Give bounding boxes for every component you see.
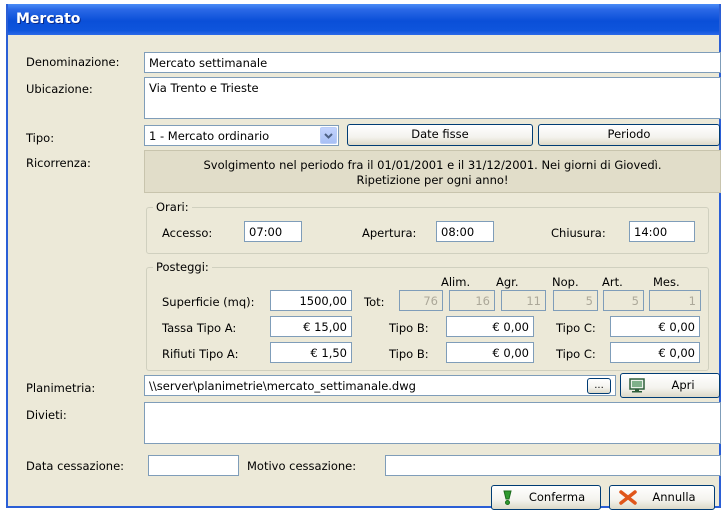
ricorrenza-summary: Svolgimento nel periodo fra il 01/01/200… (144, 150, 721, 193)
accesso-label: Accesso: (162, 226, 213, 240)
tot-label: Tot: (364, 295, 385, 309)
posteggi-title: Posteggi: (153, 260, 212, 274)
rifiuti-c-label: Tipo C: (556, 347, 596, 361)
tassa-c-field[interactable]: € 0,00 (610, 316, 700, 337)
x-icon (619, 490, 637, 508)
date-fisse-button[interactable]: Date fisse (347, 124, 533, 146)
planimetria-path: \\server\planimetrie\mercato_settimanale… (149, 379, 416, 393)
tipo-value: 1 - Mercato ordinario (149, 129, 270, 143)
tipo-select[interactable]: 1 - Mercato ordinario (144, 125, 339, 146)
window-title: Mercato (16, 11, 81, 27)
header-mes: Mes. (653, 275, 680, 289)
chiusura-field[interactable]: 14:00 (629, 221, 695, 242)
conferma-button[interactable]: Conferma (491, 485, 601, 510)
periodo-button[interactable]: Periodo (538, 124, 720, 146)
apertura-field[interactable]: 08:00 (436, 221, 494, 242)
tassa-b-field[interactable]: € 0,00 (446, 316, 534, 337)
alim-field: 16 (449, 290, 495, 311)
denominazione-label: Denominazione: (26, 55, 120, 69)
tassa-c-label: Tipo C: (556, 321, 596, 335)
apertura-label: Apertura: (362, 226, 417, 240)
planimetria-label: Planimetria: (26, 381, 96, 395)
rifiuti-a-label: Rifiuti Tipo A: (162, 347, 239, 361)
data-cessazione-field[interactable] (148, 455, 239, 476)
rifiuti-a-field[interactable]: € 1,50 (270, 342, 352, 363)
mes-field: 1 (649, 290, 701, 311)
tipo-label: Tipo: (26, 131, 55, 145)
orari-group: Orari: (146, 200, 709, 254)
ubicazione-field[interactable]: Via Trento e Trieste (144, 77, 721, 119)
header-art: Art. (602, 275, 623, 289)
rifiuti-c-field[interactable]: € 0,00 (610, 342, 700, 363)
rifiuti-b-field[interactable]: € 0,00 (446, 342, 534, 363)
accesso-field[interactable]: 07:00 (244, 221, 302, 242)
browse-button[interactable]: ... (587, 378, 611, 394)
apri-label: Apri (671, 378, 695, 392)
denominazione-field[interactable]: Mercato settimanale (144, 52, 721, 73)
chiusura-label: Chiusura: (551, 226, 606, 240)
divieti-field[interactable] (144, 402, 721, 444)
ubicazione-label: Ubicazione: (26, 82, 93, 96)
ricorrenza-line-2: Ripetizione per ogni anno! (356, 173, 509, 187)
tot-field: 76 (399, 290, 443, 311)
tassa-a-label: Tassa Tipo A: (162, 321, 237, 335)
annulla-button[interactable]: Annulla (609, 485, 715, 510)
annulla-label: Annulla (652, 490, 696, 504)
header-agr: Agr. (496, 275, 519, 289)
conferma-label: Conferma (528, 490, 586, 504)
orari-title: Orari: (153, 200, 192, 214)
header-nop: Nop. (552, 275, 579, 289)
chevron-down-icon[interactable] (320, 127, 337, 144)
superficie-field[interactable]: 1500,00 (270, 290, 352, 311)
header-alim: Alim. (441, 275, 471, 289)
data-cessazione-label: Data cessazione: (26, 459, 125, 473)
monitor-icon (629, 378, 645, 396)
motivo-cessazione-field[interactable] (385, 455, 721, 476)
superficie-label: Superficie (mq): (162, 295, 255, 309)
motivo-cessazione-label: Motivo cessazione: (247, 459, 357, 473)
rifiuti-b-label: Tipo B: (389, 347, 429, 361)
ricorrenza-label: Ricorrenza: (26, 156, 91, 170)
ricorrenza-line-1: Svolgimento nel periodo fra il 01/01/200… (203, 158, 662, 172)
divieti-label: Divieti: (26, 408, 67, 422)
window-title-bar: Mercato (8, 4, 719, 35)
tassa-a-field[interactable]: € 15,00 (270, 316, 352, 337)
mercato-window: Mercato Denominazione: Mercato settimana… (6, 4, 721, 510)
check-icon (501, 490, 515, 508)
nop-field: 5 (553, 290, 598, 311)
art-field: 5 (603, 290, 644, 311)
planimetria-field[interactable]: \\server\planimetrie\mercato_settimanale… (144, 375, 616, 396)
tassa-b-label: Tipo B: (389, 321, 429, 335)
apri-button[interactable]: Apri (620, 373, 720, 398)
agr-field: 11 (501, 290, 546, 311)
